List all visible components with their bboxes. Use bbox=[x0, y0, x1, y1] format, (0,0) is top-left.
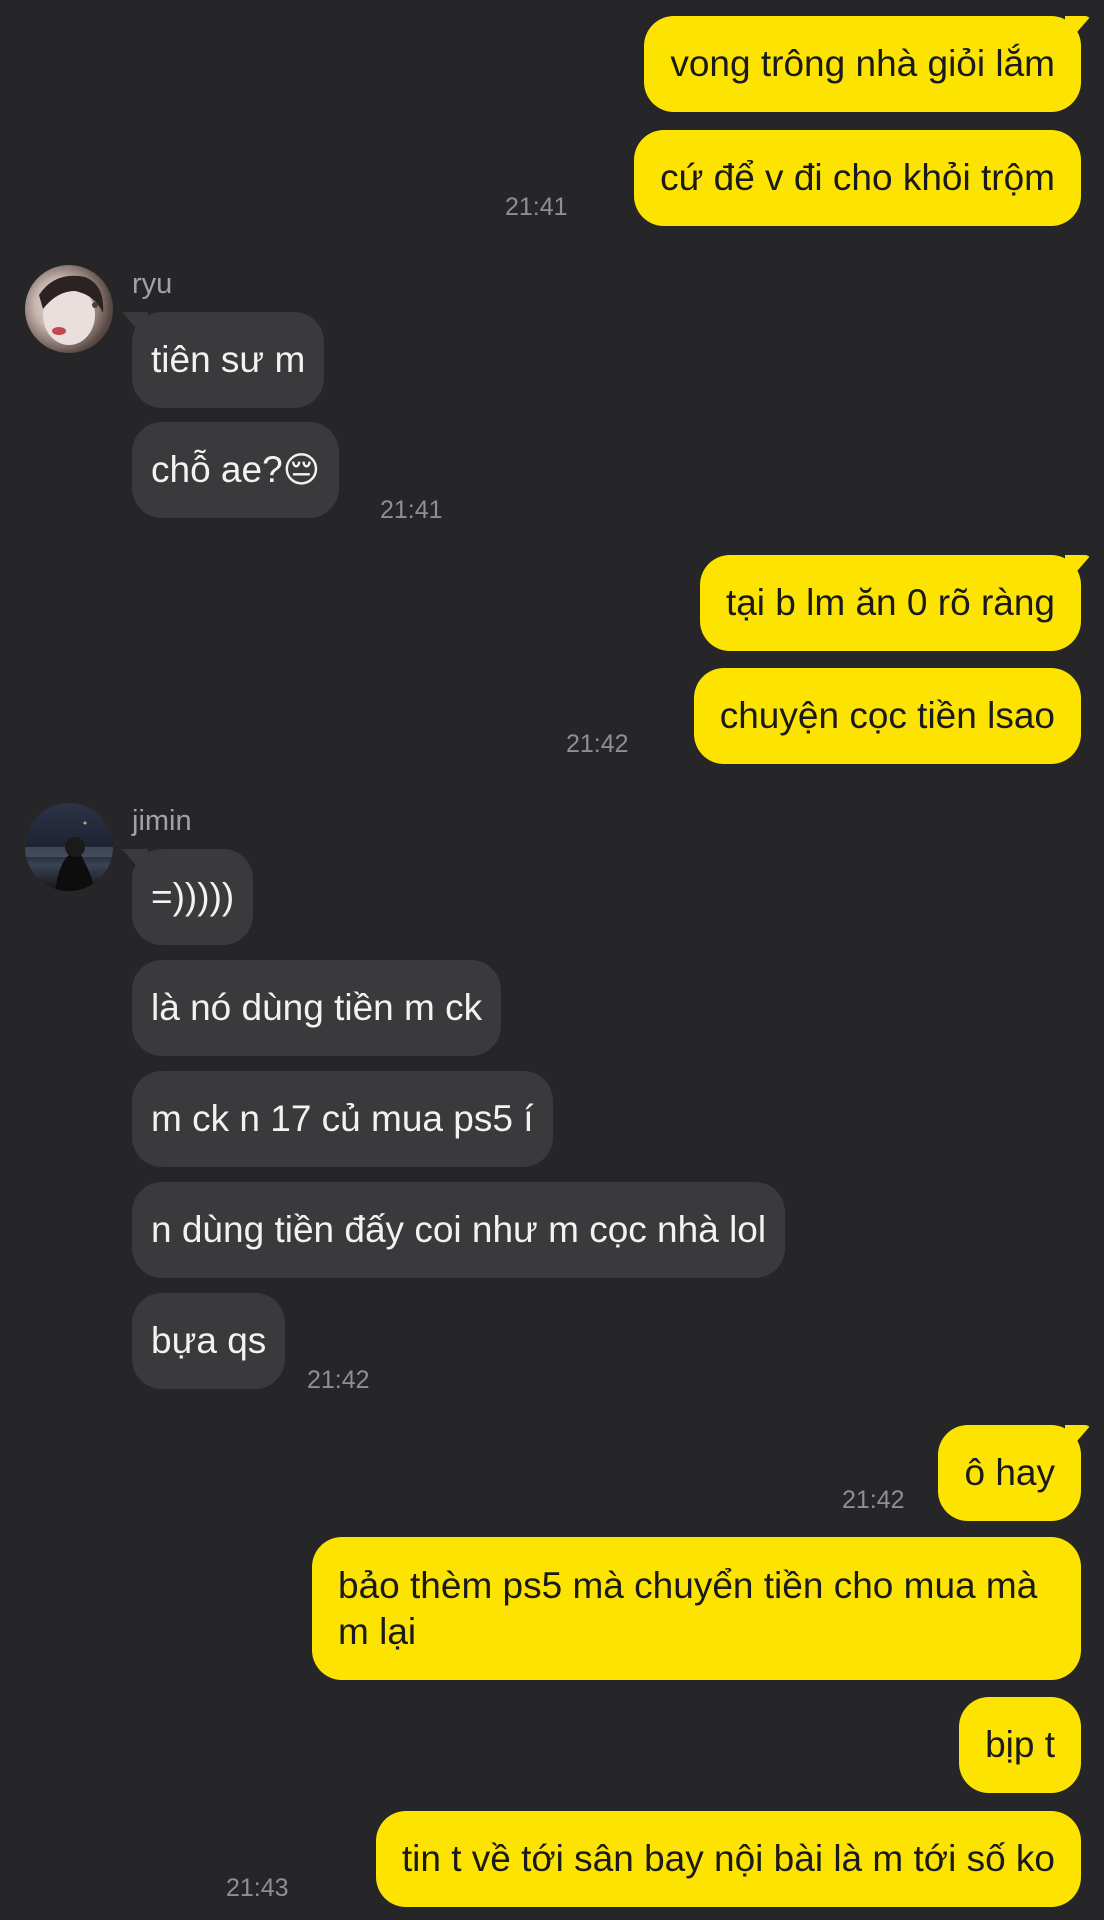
timestamp: 21:41 bbox=[380, 496, 443, 524]
timestamp: 21:42 bbox=[842, 1486, 905, 1514]
incoming-message[interactable]: chỗ ae? 😔 bbox=[132, 422, 340, 518]
bubble-tail bbox=[122, 849, 148, 879]
message-text: cứ để v đi cho khỏi trộm bbox=[660, 157, 1055, 198]
timestamp: 21:41 bbox=[505, 193, 568, 221]
sender-name: ryu bbox=[132, 268, 173, 300]
sender-name: jimin bbox=[132, 805, 192, 837]
pensive-emoji-icon: 😔 bbox=[282, 449, 321, 490]
message-text: chuyện cọc tiền lsao bbox=[719, 695, 1055, 736]
message-text: chỗ ae? bbox=[151, 449, 283, 490]
message-text: ô hay bbox=[964, 1452, 1055, 1493]
outgoing-message[interactable]: bảo thèm ps5 mà chuyển tiền cho mua mà m… bbox=[312, 1537, 1081, 1680]
timestamp: 21:42 bbox=[307, 1366, 370, 1394]
bubble-tail bbox=[1065, 16, 1091, 46]
outgoing-message[interactable]: ô hay bbox=[938, 1425, 1091, 1521]
message-text: m ck n 17 củ mua ps5 í bbox=[151, 1098, 534, 1139]
avatar-ryu[interactable] bbox=[25, 265, 113, 353]
timestamp: 21:42 bbox=[566, 730, 629, 758]
outgoing-message[interactable]: bịp t bbox=[959, 1697, 1081, 1793]
outgoing-message[interactable]: tin t về tới sân bay nội bài là m tới số… bbox=[375, 1811, 1081, 1907]
timestamp: 21:43 bbox=[226, 1874, 289, 1902]
incoming-message[interactable]: =))))) bbox=[122, 849, 254, 945]
message-text: tại b lm ăn 0 rõ ràng bbox=[725, 582, 1055, 623]
message-text: là nó dùng tiền m ck bbox=[151, 987, 483, 1028]
incoming-message[interactable]: n dùng tiền đấy coi như m cọc nhà lol bbox=[132, 1182, 786, 1278]
incoming-message[interactable]: bựa qs bbox=[132, 1293, 286, 1389]
message-text: tin t về tới sân bay nội bài là m tới số… bbox=[401, 1838, 1055, 1879]
message-text: bảo thèm ps5 mà chuyển tiền cho mua mà m… bbox=[338, 1564, 1038, 1652]
outgoing-message[interactable]: chuyện cọc tiền lsao bbox=[693, 668, 1081, 764]
incoming-message[interactable]: tiên sư m bbox=[122, 312, 325, 408]
outgoing-message[interactable]: tại b lm ăn 0 rõ ràng bbox=[699, 555, 1091, 651]
message-text: bịp t bbox=[985, 1724, 1055, 1765]
incoming-message[interactable]: là nó dùng tiền m ck bbox=[132, 960, 502, 1056]
message-text: bựa qs bbox=[151, 1320, 267, 1361]
message-text: =))))) bbox=[151, 876, 235, 917]
message-text: tiên sư m bbox=[151, 339, 306, 380]
bubble-tail bbox=[1065, 555, 1091, 585]
outgoing-message[interactable]: cứ để v đi cho khỏi trộm bbox=[634, 130, 1081, 226]
incoming-message[interactable]: m ck n 17 củ mua ps5 í bbox=[132, 1071, 553, 1167]
avatar-jimin[interactable] bbox=[25, 803, 113, 891]
message-text: vong trông nhà giỏi lắm bbox=[670, 43, 1055, 84]
outgoing-message[interactable]: vong trông nhà giỏi lắm bbox=[644, 16, 1091, 112]
bubble-tail bbox=[122, 312, 148, 342]
bubble-tail bbox=[1065, 1425, 1091, 1455]
message-text: n dùng tiền đấy coi như m cọc nhà lol bbox=[151, 1209, 767, 1250]
